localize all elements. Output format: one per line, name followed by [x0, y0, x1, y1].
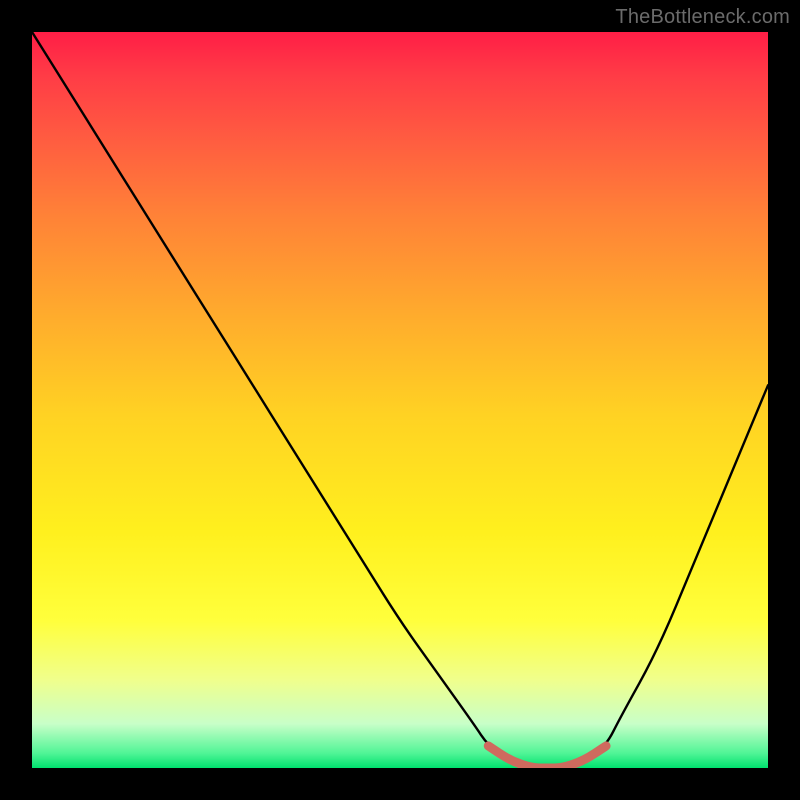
- mismatch-curve-path: [32, 32, 768, 768]
- curve-svg: [32, 32, 768, 768]
- watermark-text: TheBottleneck.com: [615, 6, 790, 29]
- optimal-region-path: [488, 746, 606, 768]
- plot-area: [32, 32, 768, 768]
- chart-frame: TheBottleneck.com: [0, 0, 800, 800]
